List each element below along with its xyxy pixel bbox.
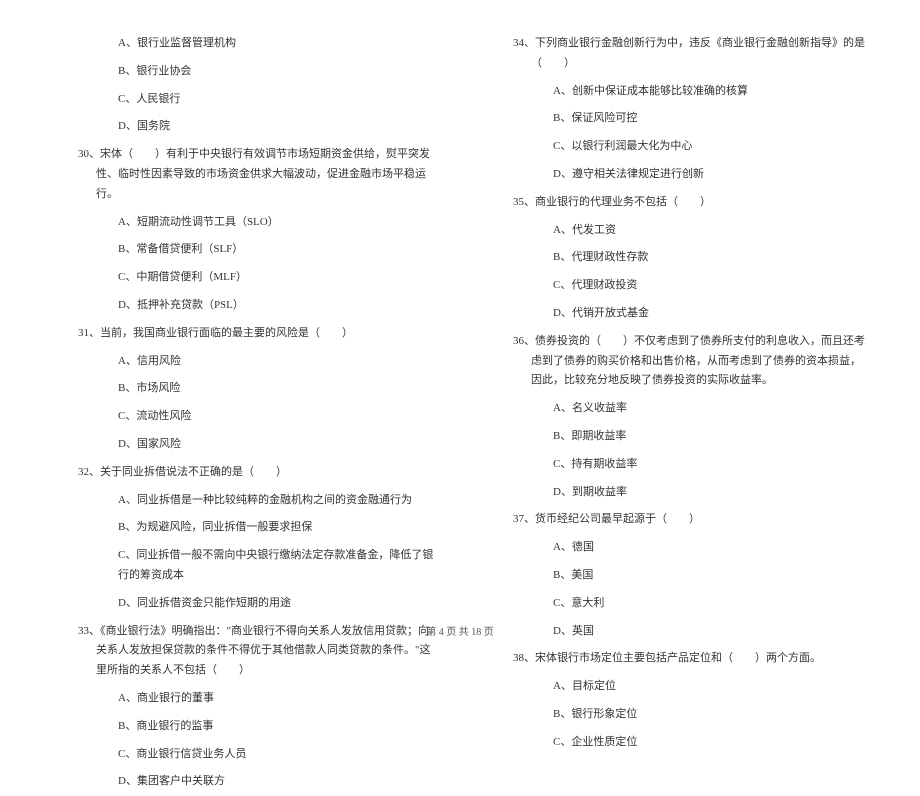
q38-option-b: B、银行形象定位 — [495, 701, 870, 729]
q30-option-a: A、短期流动性调节工具（SLO） — [60, 209, 435, 237]
q31-option-a: A、信用风险 — [60, 348, 435, 376]
q36-option-c: C、持有期收益率 — [495, 451, 870, 479]
page-container: A、银行业监督管理机构 B、银行业协会 C、人民银行 D、国务院 30、宋体（ … — [0, 0, 920, 610]
q32-option-b: B、为规避风险，同业拆借一般要求担保 — [60, 514, 435, 542]
q34-option-c: C、以银行利润最大化为中心 — [495, 133, 870, 161]
q38-option-a: A、目标定位 — [495, 673, 870, 701]
q37-option-a: A、德国 — [495, 534, 870, 562]
q33-option-a: A、商业银行的董事 — [60, 685, 435, 713]
q35-text: 35、商业银行的代理业务不包括（ ） — [495, 189, 870, 217]
q30-option-d: D、抵押补充贷款（PSL） — [60, 292, 435, 320]
right-column: 34、下列商业银行金融创新行为中，违反《商业银行金融创新指导》的是（ ） A、创… — [465, 30, 920, 610]
q31-option-b: B、市场风险 — [60, 375, 435, 403]
q35-option-b: B、代理财政性存款 — [495, 244, 870, 272]
q36-option-b: B、即期收益率 — [495, 423, 870, 451]
q32-text: 32、关于同业拆借说法不正确的是（ ） — [60, 459, 435, 487]
q35-option-d: D、代销开放式基金 — [495, 300, 870, 328]
q34-option-b: B、保证风险可控 — [495, 105, 870, 133]
q31-option-c: C、流动性风险 — [60, 403, 435, 431]
q37-option-c: C、意大利 — [495, 590, 870, 618]
q34-option-d: D、遵守相关法律规定进行创新 — [495, 161, 870, 189]
q38-option-c: C、企业性质定位 — [495, 729, 870, 757]
q33-option-c: C、商业银行信贷业务人员 — [60, 741, 435, 769]
q32-option-d: D、同业拆借资金只能作短期的用途 — [60, 590, 435, 618]
q29-option-d: D、国务院 — [60, 113, 435, 141]
q38-text: 38、宋体银行市场定位主要包括产品定位和（ ）两个方面。 — [495, 645, 870, 673]
q37-option-b: B、美国 — [495, 562, 870, 590]
q30-text: 30、宋体（ ）有利于中央银行有效调节市场短期资金供给，熨平突发性、临时性因素导… — [60, 141, 435, 208]
q32-option-a: A、同业拆借是一种比较纯粹的金融机构之间的资金融通行为 — [60, 487, 435, 515]
q33-option-d: D、集团客户中关联方 — [60, 768, 435, 796]
left-column: A、银行业监督管理机构 B、银行业协会 C、人民银行 D、国务院 30、宋体（ … — [0, 30, 465, 610]
q33-option-b: B、商业银行的监事 — [60, 713, 435, 741]
q29-option-a: A、银行业监督管理机构 — [60, 30, 435, 58]
q35-option-c: C、代理财政投资 — [495, 272, 870, 300]
q31-option-d: D、国家风险 — [60, 431, 435, 459]
q36-option-d: D、到期收益率 — [495, 479, 870, 507]
q36-text: 36、债券投资的（ ）不仅考虑到了债券所支付的利息收入，而且还考虑到了债券的购买… — [495, 328, 870, 395]
q31-text: 31、当前，我国商业银行面临的最主要的风险是（ ） — [60, 320, 435, 348]
q36-option-a: A、名义收益率 — [495, 395, 870, 423]
q30-option-c: C、中期借贷便利（MLF） — [60, 264, 435, 292]
q29-option-c: C、人民银行 — [60, 86, 435, 114]
q30-option-b: B、常备借贷便利（SLF） — [60, 236, 435, 264]
q34-text: 34、下列商业银行金融创新行为中，违反《商业银行金融创新指导》的是（ ） — [495, 30, 870, 78]
q37-text: 37、货币经纪公司最早起源于（ ） — [495, 506, 870, 534]
q35-option-a: A、代发工资 — [495, 217, 870, 245]
q29-option-b: B、银行业协会 — [60, 58, 435, 86]
page-footer: 第 4 页 共 18 页 — [0, 623, 920, 638]
q32-option-c: C、同业拆借一般不需向中央银行缴纳法定存款准备金，降低了银行的筹资成本 — [60, 542, 435, 590]
q34-option-a: A、创新中保证成本能够比较准确的核算 — [495, 78, 870, 106]
